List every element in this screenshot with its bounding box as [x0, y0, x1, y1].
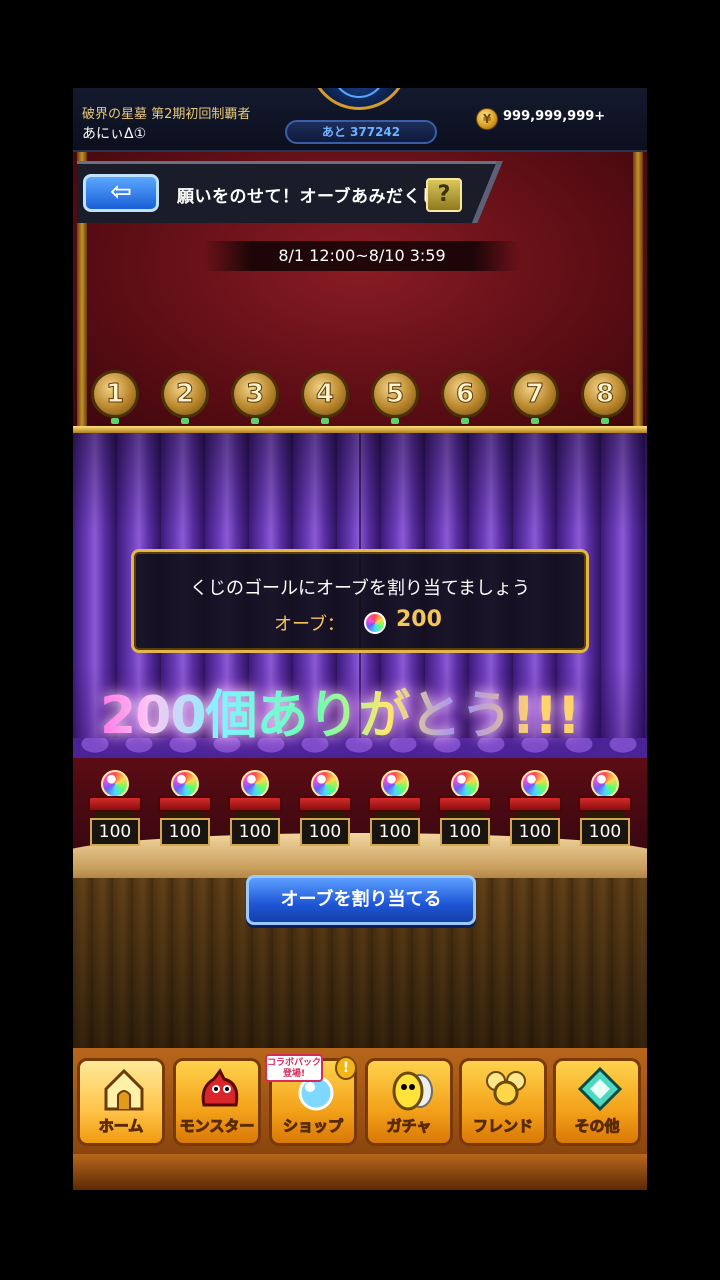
- orb-icon: [451, 770, 479, 798]
- nav-bottom-strip: [73, 1154, 647, 1190]
- orb-count: 200: [396, 607, 442, 632]
- orb-icon: [101, 770, 129, 798]
- goal-slot[interactable]: 100: [294, 770, 356, 850]
- game-screen: 破界の星墓 第2期初回制覇者 あにぃΔ① あと 377242 ¥ 999,999…: [73, 88, 647, 1190]
- player-name: あにぃΔ①: [82, 126, 147, 142]
- goal-slot[interactable]: 100: [434, 770, 496, 850]
- monster-icon: [196, 1067, 244, 1111]
- goal-hook: [181, 418, 189, 424]
- goal-cup: [368, 796, 422, 812]
- goal-orb-amount: 100: [160, 818, 210, 846]
- nav-item-monster[interactable]: モンスター: [173, 1058, 261, 1146]
- goal-number-ball: 5: [371, 370, 419, 418]
- goal-number-label: 1: [105, 379, 125, 410]
- curtain-rail: [73, 426, 647, 433]
- instruction-text: くじのゴールにオーブを割り当てましょう: [189, 578, 531, 599]
- help-button[interactable]: ?: [426, 178, 462, 212]
- coin-icon: ¥: [476, 108, 498, 130]
- gacha-egg-icon: [388, 1067, 436, 1111]
- goal-orb-amount: 100: [510, 818, 560, 846]
- back-button[interactable]: ⇦: [83, 174, 159, 212]
- nav-item-label: ショップ: [282, 1117, 343, 1136]
- assign-orbs-button[interactable]: オーブを割り当てる: [246, 875, 476, 925]
- goal-number-ball: 1: [91, 370, 139, 418]
- goal-slot[interactable]: 100: [154, 770, 216, 850]
- orb-label: オーブ：: [274, 614, 345, 635]
- goal-hook: [601, 418, 609, 424]
- goal-number-label: 4: [315, 379, 335, 410]
- orb-icon: [241, 770, 269, 798]
- goal-orb-amount: 100: [580, 818, 630, 846]
- goal-cup: [298, 796, 352, 812]
- nav-item-gacha-egg[interactable]: ガチャ: [365, 1058, 453, 1146]
- goal-slot[interactable]: 100: [364, 770, 426, 850]
- goal-cup: [578, 796, 632, 812]
- goal-slot[interactable]: 100: [84, 770, 146, 850]
- collab-pack-badge: コラボパック登場!: [265, 1054, 323, 1082]
- goal-number-label: 3: [245, 379, 265, 410]
- nav-item-label: その他: [574, 1117, 620, 1136]
- friend-icon: [482, 1067, 530, 1111]
- stage-frame-right: [633, 152, 643, 432]
- goal-number-label: 6: [455, 379, 475, 410]
- goal-cup: [228, 796, 282, 812]
- goal-cup: [508, 796, 562, 812]
- orb-icon: [521, 770, 549, 798]
- goal-orb-amount: 100: [230, 818, 280, 846]
- orb-icon: [591, 770, 619, 798]
- status-bar: 破界の星墓 第2期初回制覇者 あにぃΔ① あと 377242 ¥ 999,999…: [73, 88, 647, 152]
- rank-emblem-icon[interactable]: [309, 88, 409, 110]
- exp-remaining: あと 377242: [285, 120, 437, 144]
- goal-number-ball: 8: [581, 370, 629, 418]
- player-title: 破界の星墓 第2期初回制覇者: [82, 107, 251, 122]
- goal-number-label: 5: [385, 379, 405, 410]
- goal-number-label: 7: [525, 379, 545, 410]
- goal-cup: [88, 796, 142, 812]
- goal-number-ball: 6: [441, 370, 489, 418]
- goal-hook: [391, 418, 399, 424]
- goal-slot[interactable]: 100: [504, 770, 566, 850]
- goal-cup: [158, 796, 212, 812]
- orb-icon: [381, 770, 409, 798]
- goal-cup: [438, 796, 492, 812]
- goal-number-label: 8: [595, 379, 615, 410]
- nav-item-label: ホーム: [98, 1117, 144, 1136]
- orb-icon: [311, 770, 339, 798]
- page-title: 願いをのせて！オーブあみだくじ: [177, 187, 439, 207]
- goal-orb-amount: 100: [90, 818, 140, 846]
- nav-item-label: ガチャ: [386, 1117, 432, 1136]
- goal-orb-amount: 100: [300, 818, 350, 846]
- orb-icon: [171, 770, 199, 798]
- nav-item-friend[interactable]: フレンド: [459, 1058, 547, 1146]
- other-icon: [576, 1066, 624, 1112]
- orb-icon: [364, 612, 386, 634]
- instruction-dialog: くじのゴールにオーブを割り当てましょう オーブ： 200: [131, 549, 589, 653]
- goal-number-ball: 2: [161, 370, 209, 418]
- coin-count: 999,999,999+: [503, 109, 606, 124]
- event-period: 8/1 12:00~8/10 3:59: [203, 241, 521, 271]
- goal-hook: [111, 418, 119, 424]
- goal-hook: [461, 418, 469, 424]
- goal-number-ball: 7: [511, 370, 559, 418]
- nav-item-other[interactable]: その他: [553, 1058, 641, 1146]
- goal-number-ball: 3: [231, 370, 279, 418]
- goal-number-ball: 4: [301, 370, 349, 418]
- goal-number-label: 2: [175, 379, 195, 410]
- home-icon: [100, 1067, 148, 1111]
- alert-icon: !: [335, 1056, 357, 1080]
- nav-item-label: モンスター: [179, 1117, 255, 1136]
- goal-orb-amount: 100: [440, 818, 490, 846]
- goal-orb-amount: 100: [370, 818, 420, 846]
- nav-item-label: フレンド: [472, 1117, 533, 1136]
- goal-slot[interactable]: 100: [574, 770, 636, 850]
- thanks-overlay-text: 200個ありがとう!!!: [100, 673, 581, 748]
- nav-item-home[interactable]: ホーム: [77, 1058, 165, 1146]
- goal-hook: [251, 418, 259, 424]
- goal-hook: [531, 418, 539, 424]
- goal-hook: [321, 418, 329, 424]
- arrow-left-icon: ⇦: [110, 177, 132, 207]
- goal-slot[interactable]: 100: [224, 770, 286, 850]
